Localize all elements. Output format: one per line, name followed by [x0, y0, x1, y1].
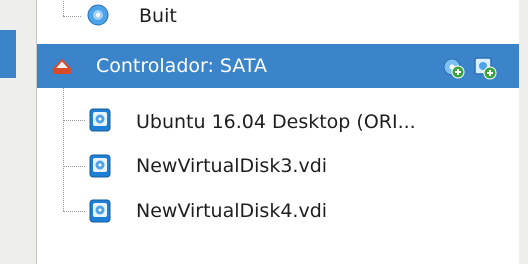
- left-pane-selection: [0, 30, 16, 78]
- hard-disk-icon: [89, 108, 111, 136]
- tree-branch-line: [63, 120, 85, 121]
- tree-branch-line: [63, 0, 64, 16]
- tree-item-sata-controller[interactable]: Controlador: SATA: [37, 44, 519, 88]
- hard-disk-icon: [89, 154, 111, 182]
- optical-disc-icon: [87, 4, 109, 30]
- tree-item-empty-optical-drive[interactable]: Buit: [37, 0, 519, 38]
- tree-item-virtual-disk-3[interactable]: NewVirtualDisk3.vdi: [37, 144, 519, 188]
- tree-item-label: Buit: [139, 5, 177, 27]
- tree-item-label: Controlador: SATA: [96, 55, 267, 77]
- storage-tree: Buit Controlador: SATA Ubuntu 16.04 Desk…: [36, 0, 520, 264]
- tree-branch-line: [63, 166, 85, 167]
- tree-item-virtual-disk-4[interactable]: NewVirtualDisk4.vdi: [37, 189, 519, 233]
- add-hard-disk-icon[interactable]: [473, 56, 497, 84]
- tree-branch-line: [63, 16, 81, 17]
- tree-item-label: NewVirtualDisk3.vdi: [136, 155, 328, 177]
- right-pane-edge: [519, 0, 528, 264]
- tree-branch-line: [63, 211, 85, 212]
- controller-icon: [50, 54, 74, 82]
- tree-item-label: NewVirtualDisk4.vdi: [136, 200, 328, 222]
- hard-disk-icon: [89, 199, 111, 227]
- add-optical-drive-icon[interactable]: [443, 57, 465, 83]
- tree-item-label: Ubuntu 16.04 Desktop (ORI...: [136, 111, 416, 133]
- tree-item-ubuntu-disk[interactable]: Ubuntu 16.04 Desktop (ORI...: [37, 100, 519, 144]
